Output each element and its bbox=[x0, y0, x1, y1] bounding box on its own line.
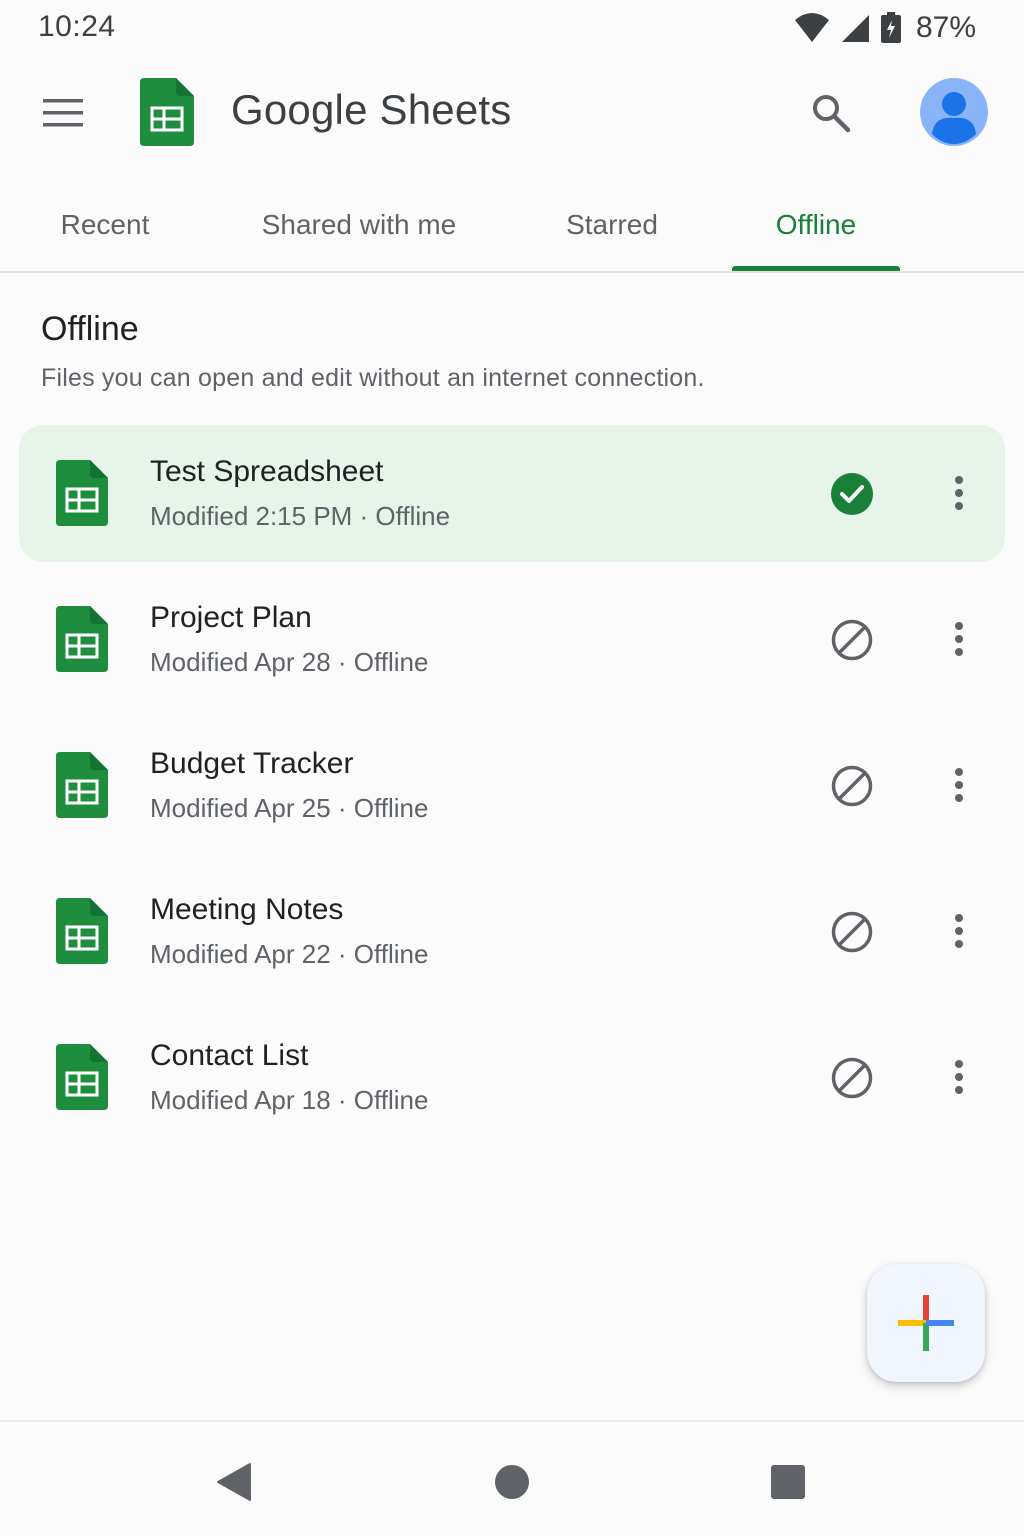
avatar-icon bbox=[932, 92, 976, 144]
file-meta: Modified Apr 18 · Offline bbox=[150, 1085, 429, 1115]
status-icons: 87% bbox=[794, 10, 976, 46]
tab-bar: Recent Shared with me Starred Offline bbox=[0, 178, 1024, 273]
check-circle-icon bbox=[831, 473, 873, 515]
status-time: 10:24 bbox=[38, 10, 116, 43]
block-icon[interactable] bbox=[830, 618, 874, 662]
file-row-project-plan[interactable]: Project Plan Modified Apr 28 · Offline bbox=[0, 571, 1024, 717]
file-row-test-spreadsheet[interactable]: Test Spreadsheet Modified 2:15 PM · Offl… bbox=[0, 425, 1024, 571]
file-name: Budget Tracker bbox=[150, 747, 354, 780]
recents-icon bbox=[771, 1465, 805, 1499]
tab-shared-with-me[interactable]: Shared with me bbox=[236, 178, 482, 271]
menu-button[interactable] bbox=[34, 84, 92, 142]
file-name: Test Spreadsheet bbox=[150, 455, 384, 488]
more-options-button[interactable] bbox=[935, 469, 983, 517]
block-icon[interactable] bbox=[830, 1056, 874, 1100]
more-options-button[interactable] bbox=[935, 1053, 983, 1101]
search-button[interactable] bbox=[800, 82, 862, 144]
search-icon bbox=[813, 95, 851, 133]
more-vert-icon bbox=[955, 914, 963, 948]
sheets-file-icon bbox=[56, 898, 108, 964]
system-nav-bar bbox=[0, 1420, 1024, 1536]
screen: 10:24 87% Google Sheets Recent Shared wi… bbox=[0, 0, 1024, 1536]
more-vert-icon bbox=[955, 622, 963, 656]
home-button[interactable] bbox=[482, 1452, 542, 1512]
section-title: Offline bbox=[41, 310, 139, 348]
file-row-budget-tracker[interactable]: Budget Tracker Modified Apr 25 · Offline bbox=[0, 717, 1024, 863]
home-icon bbox=[495, 1465, 529, 1499]
block-icon[interactable] bbox=[830, 910, 874, 954]
wifi-icon bbox=[794, 13, 829, 42]
sheets-logo-icon bbox=[140, 78, 194, 146]
more-options-button[interactable] bbox=[935, 907, 983, 955]
file-meta: Modified Apr 25 · Offline bbox=[150, 793, 429, 823]
tab-offline[interactable]: Offline bbox=[732, 178, 900, 271]
tab-starred[interactable]: Starred bbox=[546, 178, 678, 271]
file-row-contact-list[interactable]: Contact List Modified Apr 18 · Offline bbox=[0, 1009, 1024, 1155]
sheets-file-icon bbox=[56, 1044, 108, 1110]
file-list: Test Spreadsheet Modified 2:15 PM · Offl… bbox=[0, 425, 1024, 1155]
create-new-button[interactable] bbox=[867, 1264, 985, 1382]
more-vert-icon bbox=[955, 768, 963, 802]
section-description: Files you can open and edit without an i… bbox=[41, 364, 705, 392]
add-icon bbox=[898, 1295, 954, 1351]
sheets-file-icon bbox=[56, 752, 108, 818]
recents-button[interactable] bbox=[758, 1452, 818, 1512]
more-options-button[interactable] bbox=[935, 615, 983, 663]
file-meta: Modified 2:15 PM · Offline bbox=[150, 501, 451, 531]
tab-recent[interactable]: Recent bbox=[40, 178, 170, 271]
more-vert-icon bbox=[955, 476, 963, 510]
file-meta: Modified Apr 22 · Offline bbox=[150, 939, 429, 969]
more-options-button[interactable] bbox=[935, 761, 983, 809]
status-bar: 10:24 87% bbox=[0, 0, 1024, 56]
file-meta: Modified Apr 28 · Offline bbox=[150, 647, 429, 677]
menu-icon bbox=[43, 99, 83, 127]
file-name: Project Plan bbox=[150, 601, 312, 634]
file-row-meeting-notes[interactable]: Meeting Notes Modified Apr 22 · Offline bbox=[0, 863, 1024, 1009]
signal-icon bbox=[841, 15, 869, 42]
battery-percentage: 87% bbox=[915, 11, 976, 44]
file-name: Contact List bbox=[150, 1039, 309, 1072]
back-icon bbox=[217, 1463, 251, 1501]
app-title: Google Sheets bbox=[231, 86, 512, 133]
active-tab-indicator bbox=[732, 266, 900, 271]
sheets-file-icon bbox=[56, 606, 108, 672]
back-button[interactable] bbox=[204, 1452, 264, 1512]
block-icon[interactable] bbox=[830, 764, 874, 808]
sheets-file-icon bbox=[56, 460, 108, 526]
file-name: Meeting Notes bbox=[150, 893, 344, 926]
app-bar: Google Sheets bbox=[0, 62, 1024, 162]
battery-icon bbox=[880, 12, 901, 43]
more-vert-icon bbox=[955, 1060, 963, 1094]
avatar[interactable] bbox=[920, 78, 988, 146]
